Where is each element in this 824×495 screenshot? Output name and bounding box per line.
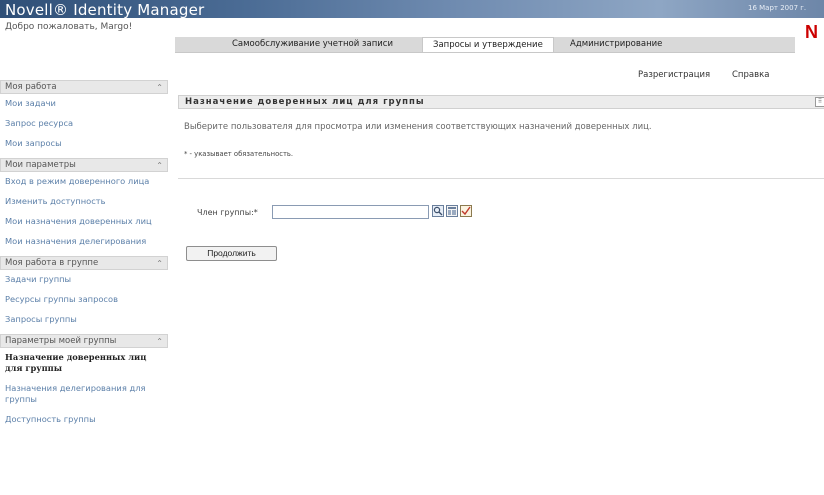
novell-logo: N: [805, 22, 818, 42]
top-banner: Novell® Identity Manager 16 Март 2007 г.: [0, 0, 824, 19]
sidebar-item-my-tasks[interactable]: Мои задачи: [0, 94, 168, 114]
help-link[interactable]: Справка: [732, 70, 769, 80]
tab-requests-approvals[interactable]: Запросы и утверждение: [422, 37, 554, 52]
tab-self-service[interactable]: Самообслуживание учетной записи: [222, 37, 403, 52]
sidebar-item-my-requests[interactable]: Мои запросы: [0, 134, 168, 154]
page-title: Назначение доверенных лиц для группы: [185, 97, 425, 107]
team-member-label: Член группы:*: [197, 208, 258, 217]
search-icon[interactable]: [432, 205, 444, 217]
sidebar-section-my-work[interactable]: Моя работа ⌃: [0, 80, 168, 94]
sidebar-item-team-proxy-assignments[interactable]: Назначение доверенных лиц для группы: [0, 348, 168, 379]
sidebar-item-edit-availability[interactable]: Изменить доступность: [0, 192, 168, 212]
team-member-input[interactable]: [272, 205, 429, 219]
sidebar-item-team-delegate-assignments[interactable]: Назначения делегирования для группы: [0, 379, 168, 410]
section-title: Моя работа: [5, 82, 57, 92]
sidebar-item-proxy-mode[interactable]: Вход в режим доверенного лица: [0, 172, 168, 192]
collapse-icon[interactable]: ⌃: [156, 259, 163, 268]
section-title: Моя работа в группе: [5, 258, 99, 268]
sidebar-item-team-requests[interactable]: Запросы группы: [0, 310, 168, 330]
collapse-icon[interactable]: ⌃: [156, 83, 163, 92]
section-title: Мои параметры: [5, 160, 76, 170]
sidebar-item-request-resource[interactable]: Запрос ресурса: [0, 114, 168, 134]
sidebar-item-my-delegate-assignments[interactable]: Мои назначения делегирования: [0, 232, 168, 252]
collapse-icon[interactable]: ⌃: [156, 337, 163, 346]
section-title: Параметры моей группы: [5, 336, 117, 346]
sidebar-item-team-availability[interactable]: Доступность группы: [0, 410, 168, 430]
sidebar-section-team-settings[interactable]: Параметры моей группы ⌃: [0, 334, 168, 348]
sidebar-item-team-request-resources[interactable]: Ресурсы группы запросов: [0, 290, 168, 310]
required-note: * - указывает обязательность.: [184, 150, 294, 158]
collapse-icon[interactable]: ⌃: [156, 161, 163, 170]
sidebar: Моя работа ⌃ Мои задачи Запрос ресурса М…: [0, 80, 168, 430]
app-title: Novell® Identity Manager: [5, 1, 205, 19]
current-date: 16 Март 2007 г.: [748, 4, 807, 12]
tab-underline: [175, 52, 795, 53]
instructions-text: Выберите пользователя для просмотра или …: [184, 122, 652, 132]
logout-link[interactable]: Разрегистрация: [638, 70, 710, 80]
divider: [178, 178, 824, 179]
tab-administration[interactable]: Администрирование: [560, 37, 672, 52]
panel-options-icon[interactable]: ⠿: [815, 97, 824, 107]
welcome-message: Добро пожаловать, Margo!: [5, 22, 133, 32]
sidebar-section-team-work[interactable]: Моя работа в группе ⌃: [0, 256, 168, 270]
history-icon[interactable]: [446, 205, 458, 217]
edit-icon[interactable]: [460, 205, 472, 217]
sidebar-item-my-proxy-assignments[interactable]: Мои назначения доверенных лиц: [0, 212, 168, 232]
panel-header: Назначение доверенных лиц для группы ⠿: [178, 95, 824, 109]
continue-button[interactable]: Продолжить: [186, 246, 277, 261]
sidebar-item-team-tasks[interactable]: Задачи группы: [0, 270, 168, 290]
sidebar-section-my-settings[interactable]: Мои параметры ⌃: [0, 158, 168, 172]
